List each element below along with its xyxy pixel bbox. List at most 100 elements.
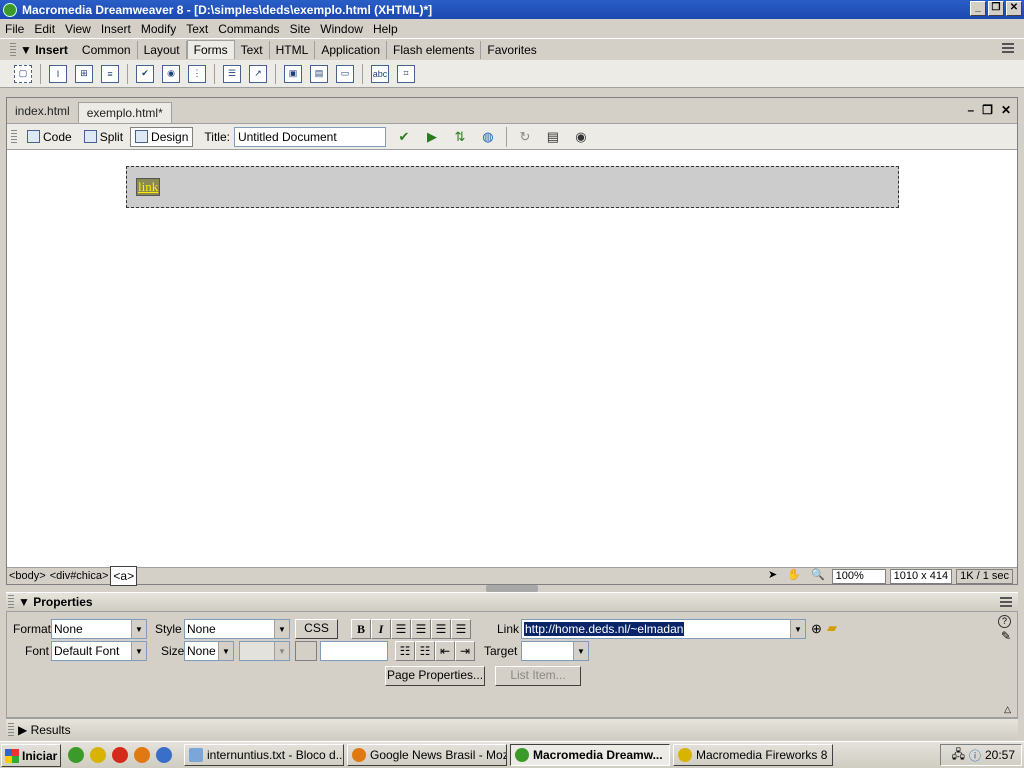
form-icon[interactable]: ▢	[14, 64, 32, 83]
code-view-button[interactable]: Code	[22, 127, 77, 147]
insert-tab-favorites[interactable]: Favorites	[481, 41, 542, 59]
window-size-select[interactable]: 1010 x 414	[889, 568, 953, 584]
start-button[interactable]: Iniciar	[1, 744, 61, 767]
format-select[interactable]: None ▼	[51, 619, 147, 639]
css-button[interactable]: CSS	[295, 619, 338, 639]
task-notepad[interactable]: internuntius.txt - Bloco d...	[184, 744, 344, 766]
list-item-button[interactable]: List Item...	[495, 666, 581, 686]
preview-browser-icon[interactable]: ◍	[478, 128, 498, 146]
insert-tab-html[interactable]: HTML	[270, 40, 316, 59]
insert-tab-common[interactable]: Common	[76, 40, 138, 59]
panel-options-icon[interactable]	[1002, 43, 1014, 53]
ordered-list-icon[interactable]: ☷	[415, 641, 435, 661]
info-icon[interactable]: ⓘ	[969, 747, 981, 764]
help-icon[interactable]: ?	[998, 615, 1011, 628]
menu-view[interactable]: View	[60, 22, 96, 36]
menu-insert[interactable]: Insert	[96, 22, 136, 36]
align-center-icon[interactable]: ☰	[411, 619, 431, 639]
fireworks-launch-icon[interactable]	[90, 747, 106, 763]
panel-grip-icon[interactable]	[10, 42, 16, 57]
design-canvas[interactable]: link	[7, 151, 1017, 567]
select-tool-icon[interactable]: ➤	[765, 569, 780, 584]
minimize-button[interactable]: _	[970, 1, 986, 16]
browser-launch-icon[interactable]	[156, 747, 172, 763]
fieldset-icon[interactable]: ⌗	[397, 64, 415, 83]
menu-help[interactable]: Help	[368, 22, 403, 36]
text-color-swatch[interactable]	[295, 641, 317, 661]
flash-launch-icon[interactable]	[112, 747, 128, 763]
menu-modify[interactable]: Modify	[136, 22, 181, 36]
page-properties-button[interactable]: Page Properties...	[385, 666, 485, 686]
menu-edit[interactable]: Edit	[29, 22, 60, 36]
size-select[interactable]: None ▼	[184, 641, 234, 661]
properties-header[interactable]: ▼ Properties	[6, 592, 1018, 611]
checkbox-icon[interactable]: ✔	[136, 64, 154, 83]
properties-options-icon[interactable]	[1000, 597, 1012, 607]
restore-button[interactable]: ❐	[988, 1, 1004, 16]
insert-tab-flash-elements[interactable]: Flash elements	[387, 40, 482, 59]
insert-tab-forms[interactable]: Forms	[186, 40, 235, 59]
doc-tab-index[interactable]: index.html	[7, 101, 78, 121]
design-view-button[interactable]: Design	[130, 126, 194, 147]
visual-aids-icon[interactable]: ◉	[571, 128, 591, 146]
file-management-icon[interactable]: ⇅	[450, 128, 470, 146]
jump-menu-icon[interactable]: ↗	[249, 64, 267, 83]
task-dreamweaver[interactable]: Macromedia Dreamw...	[510, 744, 670, 766]
list-menu-icon[interactable]: ☰	[223, 64, 241, 83]
size-unit-select[interactable]: ▼	[239, 641, 290, 661]
doc-close-icon[interactable]: ✕	[1001, 103, 1011, 117]
browse-folder-icon[interactable]: ▰	[827, 620, 837, 636]
dreamweaver-launch-icon[interactable]	[68, 747, 84, 763]
label-icon[interactable]: abc	[371, 64, 389, 83]
outdent-icon[interactable]: ⇤	[435, 641, 455, 661]
image-field-icon[interactable]: ▣	[284, 64, 302, 83]
menu-file[interactable]: File	[0, 22, 29, 36]
refresh-icon[interactable]: ↻	[515, 128, 535, 146]
selected-link[interactable]: link	[135, 178, 161, 196]
title-input[interactable]: Untitled Document	[233, 126, 386, 147]
menu-text[interactable]: Text	[181, 22, 213, 36]
div-chica[interactable]: link	[126, 166, 899, 208]
validate-markup-icon[interactable]: ▶	[422, 128, 442, 146]
radio-button-icon[interactable]: ◉	[162, 64, 180, 83]
collapse-arrow-icon[interactable]: △	[1004, 704, 1011, 715]
insert-tab-text[interactable]: Text	[235, 40, 270, 59]
split-view-button[interactable]: Split	[79, 127, 128, 147]
indent-icon[interactable]: ⇥	[455, 641, 475, 661]
insert-bar-title[interactable]: ▼ Insert	[20, 43, 68, 57]
tag-body[interactable]: <body>	[7, 570, 48, 582]
doc-tab-exemplo[interactable]: exemplo.html*	[77, 101, 172, 123]
menu-commands[interactable]: Commands	[213, 22, 284, 36]
align-right-icon[interactable]: ☰	[431, 619, 451, 639]
align-left-icon[interactable]: ☰	[391, 619, 411, 639]
results-panel-header[interactable]: ▶ Results	[6, 718, 1018, 740]
text-field-icon[interactable]: I	[49, 64, 67, 83]
browser-check-icon[interactable]: ✔	[394, 128, 414, 146]
task-mozilla[interactable]: Google News Brasil - Moz...	[347, 744, 507, 766]
file-field-icon[interactable]: ▤	[310, 64, 328, 83]
hidden-field-icon[interactable]: ⊞	[75, 64, 93, 83]
bold-button[interactable]: B	[351, 619, 371, 639]
panel-splitter[interactable]	[486, 585, 538, 592]
network-icon[interactable]: 🖧	[952, 745, 965, 766]
unordered-list-icon[interactable]: ☷	[395, 641, 415, 661]
tag-a[interactable]: <a>	[110, 566, 138, 586]
zoom-select[interactable]: 100%	[831, 568, 886, 584]
firefox-launch-icon[interactable]	[134, 747, 150, 763]
point-to-file-icon[interactable]: ⊕	[811, 621, 822, 637]
justify-icon[interactable]: ☰	[451, 619, 471, 639]
textarea-icon[interactable]: ≡	[101, 64, 119, 83]
button-icon[interactable]: ▭	[336, 64, 354, 83]
tag-div-chica[interactable]: <div#chica>	[48, 570, 111, 582]
menu-site[interactable]: Site	[285, 22, 316, 36]
hand-tool-icon[interactable]: ✋	[784, 569, 804, 584]
insert-tab-application[interactable]: Application	[315, 40, 388, 59]
task-fireworks[interactable]: Macromedia Fireworks 8	[673, 744, 833, 766]
style-select[interactable]: None ▼	[184, 619, 290, 639]
view-options-icon[interactable]: ▤	[543, 128, 563, 146]
target-select[interactable]: ▼	[521, 641, 589, 661]
italic-button[interactable]: I	[371, 619, 391, 639]
menu-window[interactable]: Window	[315, 22, 368, 36]
radio-group-icon[interactable]: ⋮	[188, 64, 206, 83]
font-select[interactable]: Default Font ▼	[51, 641, 147, 661]
